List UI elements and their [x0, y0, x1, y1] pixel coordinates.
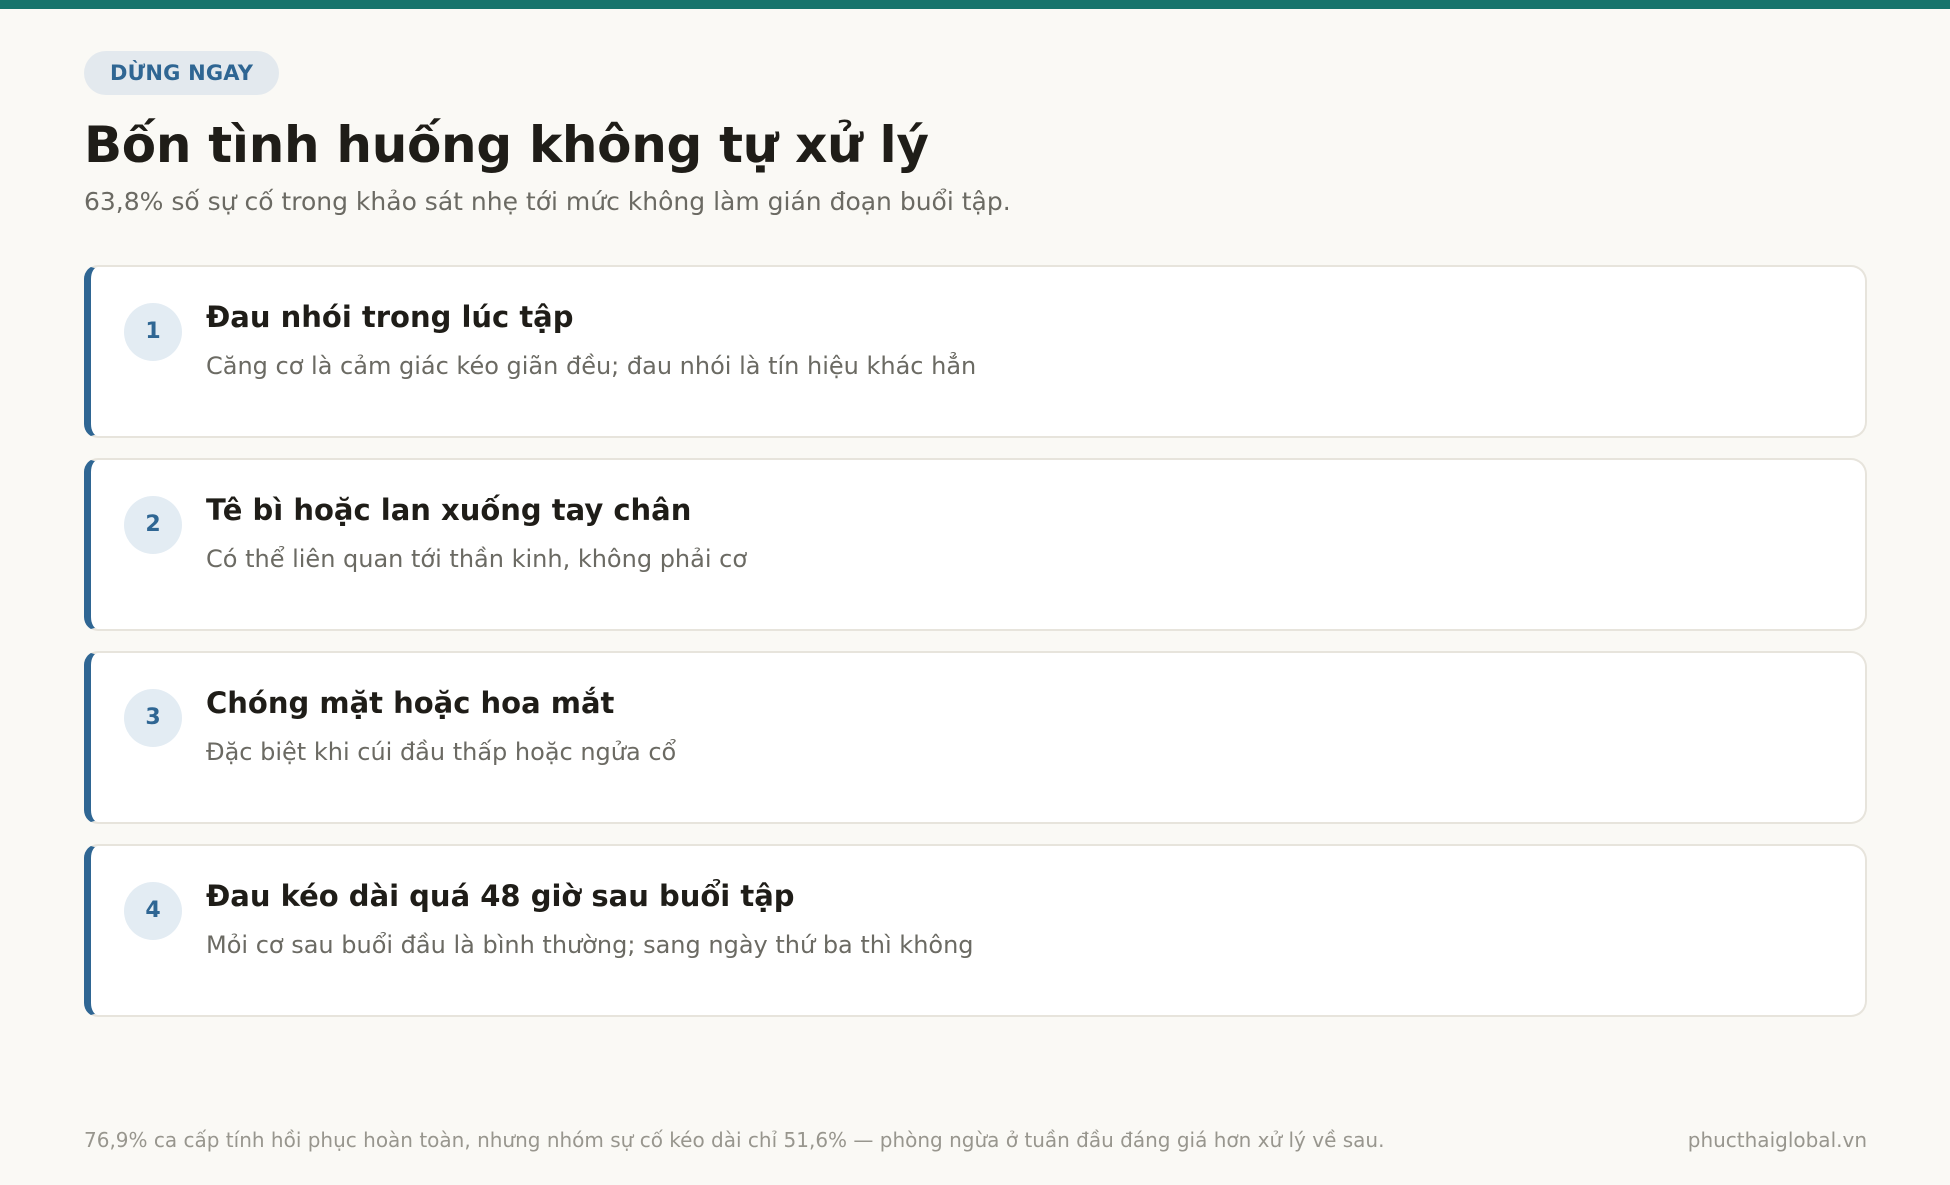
- footer-site-link[interactable]: phucthaiglobal.vn: [1688, 1126, 1867, 1154]
- situation-card-3: 3 Chóng mặt hoặc hoa mắt Đặc biệt khi cú…: [84, 651, 1867, 824]
- stop-now-badge: DỪNG NGAY: [84, 51, 280, 95]
- situation-title: Tê bì hoặc lan xuống tay chân: [206, 493, 692, 527]
- situation-card-2: 2 Tê bì hoặc lan xuống tay chân Có thể l…: [84, 458, 1867, 631]
- situation-list: 1 Đau nhói trong lúc tập Căng cơ là cảm …: [84, 265, 1867, 1017]
- top-accent-bar: [0, 0, 1950, 9]
- footer-note: 76,9% ca cấp tính hồi phục hoàn toàn, nh…: [84, 1128, 1385, 1152]
- page-title: Bốn tình huống không tự xử lý: [84, 116, 929, 174]
- situation-number: 3: [124, 689, 182, 747]
- situation-description: Mỏi cơ sau buổi đầu là bình thường; sang…: [206, 931, 974, 959]
- situation-title: Chóng mặt hoặc hoa mắt: [206, 686, 615, 720]
- situation-card-4: 4 Đau kéo dài quá 48 giờ sau buổi tập Mỏ…: [84, 844, 1867, 1017]
- situation-card-1: 1 Đau nhói trong lúc tập Căng cơ là cảm …: [84, 265, 1867, 438]
- situation-title: Đau kéo dài quá 48 giờ sau buổi tập: [206, 879, 795, 913]
- page-subtitle: 63,8% số sự cố trong khảo sát nhẹ tới mứ…: [84, 187, 1011, 216]
- situation-description: Đặc biệt khi cúi đầu thấp hoặc ngửa cổ: [206, 738, 677, 766]
- situation-description: Có thể liên quan tới thần kinh, không ph…: [206, 545, 748, 573]
- situation-number: 1: [124, 303, 182, 361]
- situation-description: Căng cơ là cảm giác kéo giãn đều; đau nh…: [206, 352, 977, 380]
- situation-number: 4: [124, 882, 182, 940]
- situation-title: Đau nhói trong lúc tập: [206, 300, 574, 334]
- main-content: DỪNG NGAY Bốn tình huống không tự xử lý …: [84, 51, 1867, 1037]
- situation-number: 2: [124, 496, 182, 554]
